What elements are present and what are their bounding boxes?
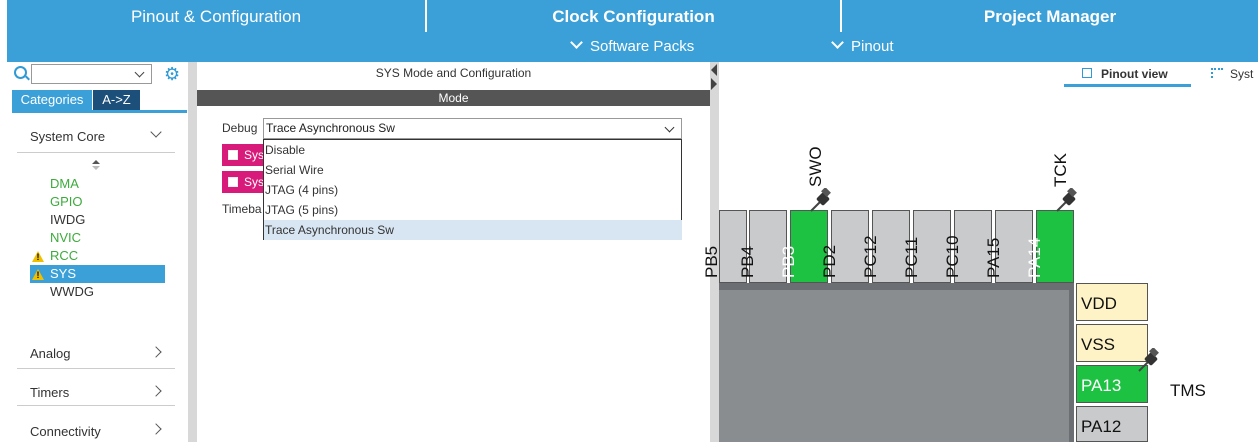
debug-select[interactable]: Trace Asynchronous Sw [263,118,682,139]
divider [17,152,175,153]
pin-label: PA15 [984,237,1003,278]
tab-project-manager[interactable]: Project Manager [842,0,1258,32]
chip-icon [1082,68,1092,78]
tab-clock-configuration[interactable]: Clock Configuration [427,0,840,32]
checkbox-icon[interactable] [228,150,238,160]
checkbox-icon[interactable] [228,177,238,187]
pin-label: PB4 [738,245,757,278]
dropdown-option-trace-async[interactable]: Trace Asynchronous Sw [264,220,682,240]
signal-label-tck: TCK [1051,153,1070,187]
divider [17,405,175,406]
search-icon[interactable] [14,66,27,79]
pin-label: PB5 [702,245,721,278]
list-item-iwdg[interactable]: IWDG [50,211,85,229]
pin-pa14[interactable]: PA14 [1025,210,1074,283]
section-timers[interactable]: Timers [30,385,69,400]
pushpin-icon [1138,348,1159,372]
chevron-down-icon[interactable] [664,122,675,133]
chevron-down-icon[interactable] [134,67,145,78]
section-system-core[interactable]: System Core [30,129,105,144]
tab-pinout-configuration[interactable]: Pinout & Configuration [7,0,425,32]
chevron-down-icon [570,36,583,49]
sys-checkbox-2[interactable]: Sys [222,171,264,193]
pin-label: PC11 [902,236,921,278]
tab-underline [12,110,187,113]
dropdown-option-serial-wire[interactable]: Serial Wire [264,160,682,180]
panel-splitter[interactable] [188,62,197,442]
software-packs-menu[interactable]: Software Packs [570,32,695,62]
tab-pinout-view[interactable]: Pinout view [1101,67,1168,81]
pin-label: PA14 [1025,237,1044,278]
sort-down-icon[interactable] [92,166,100,170]
checkbox-label: Sys [244,148,265,162]
pushpin-icon [810,188,831,212]
tab-a-z[interactable]: A->Z [93,90,140,110]
dropdown-option-jtag-4[interactable]: JTAG (4 pins) [264,180,682,200]
tab-system-view[interactable]: Syst [1230,67,1253,81]
sys-checkbox-1[interactable]: Sys [222,144,264,166]
section-analog[interactable]: Analog [30,346,70,361]
pin-label: PB3 [779,245,798,278]
collapse-right-icon[interactable] [711,78,717,90]
system-view-icon [1211,68,1223,78]
debug-select-value: Trace Asynchronous Sw [266,121,395,135]
sort-up-icon[interactable] [92,160,100,164]
mode-header: Mode [197,90,710,106]
pin-vdd[interactable]: VDD [1076,283,1148,321]
gear-icon[interactable]: ⚙ [164,65,180,83]
pin-label: PC12 [861,235,880,278]
dropdown-option-jtag-5[interactable]: JTAG (5 pins) [264,200,682,220]
mode-panel-title: SYS Mode and Configuration [375,66,532,80]
mcu-chip-face [719,290,1069,442]
pinout-menu-label: Pinout [851,38,894,55]
list-item-sys[interactable]: SYS [50,265,76,283]
tab-categories[interactable]: Categories [12,90,92,110]
software-packs-label: Software Packs [590,38,695,55]
chevron-down-icon [831,36,844,49]
collapse-left-icon[interactable] [711,64,717,76]
warning-icon: ! [32,269,44,280]
signal-label-swo: SWO [806,146,825,187]
window-edge [0,0,7,442]
pin-label: PC10 [943,235,962,278]
section-connectivity[interactable]: Connectivity [30,424,101,439]
pin-label: PD2 [820,244,839,278]
search-input[interactable] [31,64,152,84]
debug-dropdown-list: Disable Serial Wire JTAG (4 pins) JTAG (… [263,139,682,240]
timebase-label: Timeba [222,202,262,216]
list-item-nvic[interactable]: NVIC [50,229,81,247]
divider [17,368,175,369]
checkbox-label: Sys [244,175,265,189]
list-item-gpio[interactable]: GPIO [50,193,83,211]
debug-label: Debug [222,121,258,135]
pushpin-icon [1056,188,1077,212]
list-item-dma[interactable]: DMA [50,175,79,193]
pinout-menu[interactable]: Pinout [831,32,894,62]
list-item-wwdg[interactable]: WWDG [50,283,94,301]
pin-pa12[interactable]: PA12 [1076,406,1148,442]
dropdown-option-disable[interactable]: Disable [264,140,682,160]
list-item-rcc[interactable]: RCC [50,247,78,265]
signal-label-tms: TMS [1170,381,1206,400]
tab-underline [1064,84,1191,87]
warning-icon: ! [32,251,44,262]
